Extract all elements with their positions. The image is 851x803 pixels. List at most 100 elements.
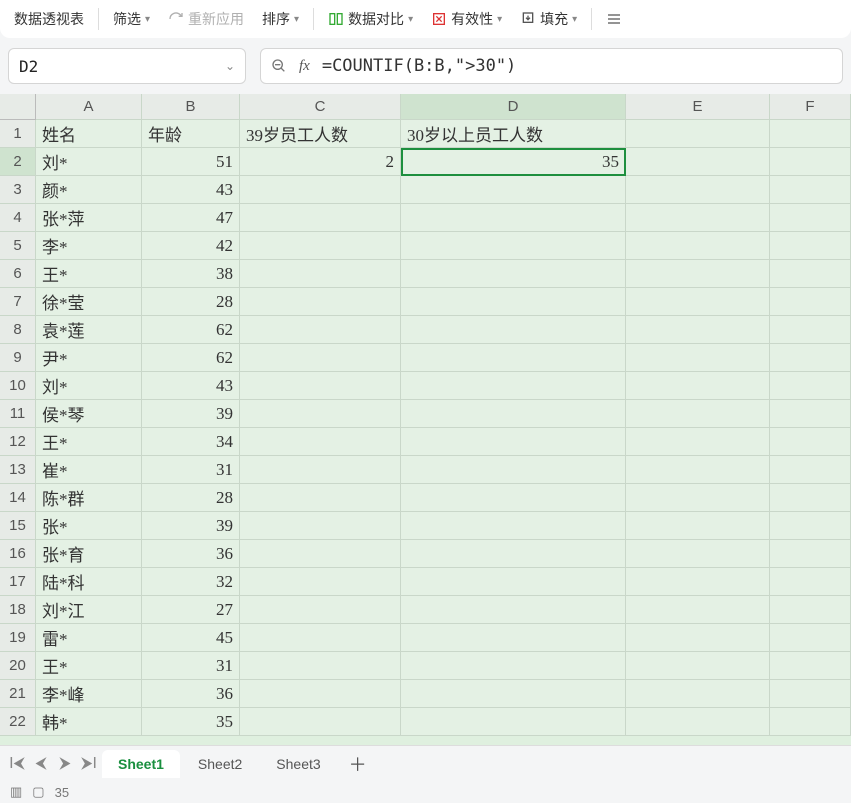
column-header[interactable]: D <box>401 94 626 120</box>
cell[interactable] <box>626 540 770 568</box>
cell[interactable] <box>770 512 851 540</box>
cell[interactable] <box>770 400 851 428</box>
cell[interactable] <box>770 568 851 596</box>
cell[interactable]: 李* <box>36 232 142 260</box>
cell[interactable] <box>626 372 770 400</box>
cell[interactable] <box>240 232 401 260</box>
cell[interactable] <box>401 512 626 540</box>
cell[interactable]: 36 <box>142 540 240 568</box>
cell[interactable] <box>240 260 401 288</box>
cell[interactable] <box>401 568 626 596</box>
cell[interactable]: 尹* <box>36 344 142 372</box>
cell[interactable]: 28 <box>142 288 240 316</box>
cell[interactable] <box>240 428 401 456</box>
cell[interactable]: 张*育 <box>36 540 142 568</box>
cell[interactable]: 刘*江 <box>36 596 142 624</box>
cell[interactable] <box>770 428 851 456</box>
last-sheet-button[interactable]: ⮞I <box>78 753 100 775</box>
cell[interactable] <box>240 512 401 540</box>
cell[interactable] <box>770 372 851 400</box>
cell[interactable] <box>240 680 401 708</box>
cell[interactable] <box>626 680 770 708</box>
next-sheet-button[interactable]: ⮞ <box>54 753 76 775</box>
cell[interactable]: 39 <box>142 400 240 428</box>
cell[interactable] <box>401 484 626 512</box>
cell[interactable] <box>770 540 851 568</box>
cell[interactable] <box>770 204 851 232</box>
more-button[interactable] <box>600 7 628 31</box>
first-sheet-button[interactable]: I⮜ <box>6 753 28 775</box>
cell[interactable] <box>626 428 770 456</box>
cell[interactable] <box>626 176 770 204</box>
fill-button[interactable]: 填充 ▾ <box>514 5 583 33</box>
cell[interactable] <box>401 288 626 316</box>
row-header[interactable]: 5 <box>0 232 36 260</box>
cell[interactable] <box>770 456 851 484</box>
reapply-button[interactable]: 重新应用 <box>162 5 250 33</box>
cell[interactable]: 李*峰 <box>36 680 142 708</box>
cell[interactable] <box>240 176 401 204</box>
filter-button[interactable]: 筛选 ▾ <box>107 5 156 33</box>
cell[interactable] <box>401 708 626 736</box>
cell[interactable]: 35 <box>142 708 240 736</box>
cell[interactable] <box>240 456 401 484</box>
cell[interactable]: 43 <box>142 176 240 204</box>
row-header[interactable]: 6 <box>0 260 36 288</box>
cell[interactable]: 30岁以上员工人数 <box>401 120 626 148</box>
cell[interactable]: 38 <box>142 260 240 288</box>
data-compare-button[interactable]: 数据对比 ▾ <box>322 5 419 33</box>
cell[interactable]: 43 <box>142 372 240 400</box>
cell[interactable] <box>240 400 401 428</box>
cell[interactable]: 39岁员工人数 <box>240 120 401 148</box>
cell[interactable] <box>770 596 851 624</box>
zoom-out-icon[interactable] <box>271 58 287 74</box>
cell[interactable]: 62 <box>142 316 240 344</box>
cell[interactable]: 刘* <box>36 148 142 176</box>
cell[interactable]: 32 <box>142 568 240 596</box>
cell[interactable] <box>240 624 401 652</box>
cell[interactable] <box>626 316 770 344</box>
cell[interactable]: 刘* <box>36 372 142 400</box>
cell[interactable] <box>770 316 851 344</box>
cell[interactable] <box>240 204 401 232</box>
cell[interactable] <box>401 540 626 568</box>
validity-button[interactable]: 有效性 ▾ <box>425 5 508 33</box>
cell[interactable]: 崔* <box>36 456 142 484</box>
cell[interactable] <box>240 540 401 568</box>
cell[interactable]: 51 <box>142 148 240 176</box>
sheet-tab[interactable]: Sheet3 <box>260 750 336 778</box>
row-header[interactable]: 3 <box>0 176 36 204</box>
cell[interactable] <box>240 316 401 344</box>
cell[interactable] <box>770 624 851 652</box>
cell[interactable]: 31 <box>142 456 240 484</box>
cell[interactable]: 侯*琴 <box>36 400 142 428</box>
cell[interactable] <box>626 596 770 624</box>
cell[interactable] <box>770 652 851 680</box>
cell[interactable] <box>626 204 770 232</box>
pivot-table-button[interactable]: 数据透视表 <box>8 5 90 33</box>
row-header[interactable]: 18 <box>0 596 36 624</box>
cell[interactable] <box>626 260 770 288</box>
column-header[interactable]: C <box>240 94 401 120</box>
cell[interactable] <box>770 260 851 288</box>
formula-input[interactable]: =COUNTIF(B:B,">30") <box>322 56 832 76</box>
cell[interactable] <box>401 596 626 624</box>
cell[interactable] <box>240 708 401 736</box>
cell[interactable] <box>401 344 626 372</box>
cell[interactable] <box>401 372 626 400</box>
cell[interactable] <box>626 400 770 428</box>
row-header[interactable]: 11 <box>0 400 36 428</box>
formula-bar[interactable]: fx =COUNTIF(B:B,">30") <box>260 48 843 84</box>
cell[interactable] <box>770 148 851 176</box>
cell[interactable]: 陆*科 <box>36 568 142 596</box>
cell[interactable] <box>401 428 626 456</box>
row-header[interactable]: 7 <box>0 288 36 316</box>
row-header[interactable]: 8 <box>0 316 36 344</box>
name-box[interactable]: D2 ⌄ <box>8 48 246 84</box>
cell[interactable] <box>770 288 851 316</box>
cell[interactable] <box>401 232 626 260</box>
cell[interactable] <box>626 120 770 148</box>
cell[interactable]: 27 <box>142 596 240 624</box>
cell[interactable] <box>240 652 401 680</box>
cell[interactable]: 2 <box>240 148 401 176</box>
